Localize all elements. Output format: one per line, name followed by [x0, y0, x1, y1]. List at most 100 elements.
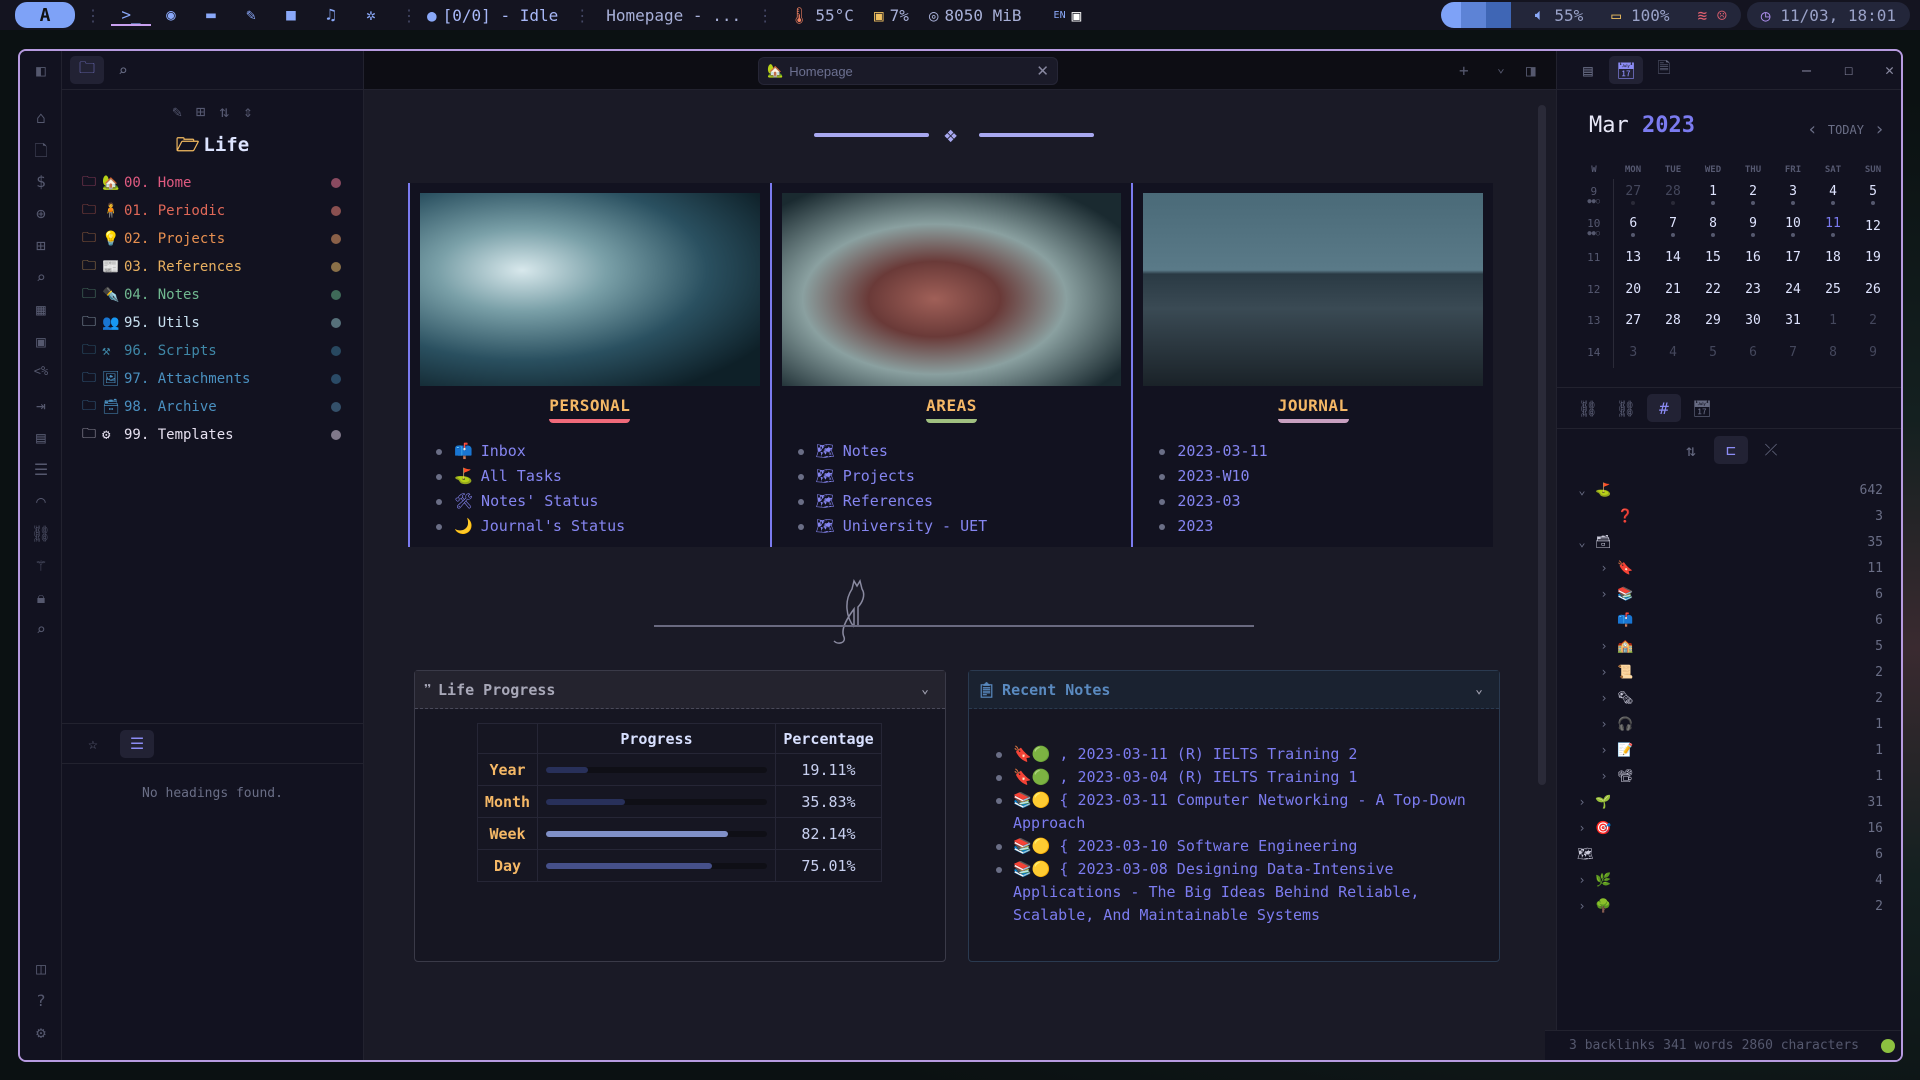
card-link[interactable]: 📫 Inbox — [436, 439, 760, 464]
settings-icon[interactable]: ✲ — [351, 5, 391, 26]
week-number[interactable]: 12 — [1575, 273, 1614, 305]
vault-switch-icon[interactable]: ◫ — [20, 959, 62, 978]
callout-header[interactable]: 📋︎ Recent Notes ⌄ — [969, 671, 1499, 709]
launcher-logo[interactable]: A — [15, 2, 75, 28]
card-link[interactable]: 🗺 Projects — [797, 464, 1122, 489]
backlinks-count[interactable]: 3 backlinks — [1569, 1038, 1655, 1053]
volume-icon[interactable]: 🔈︎ — [1535, 5, 1545, 25]
link-icon[interactable]: ⛓ — [20, 524, 62, 543]
list-icon[interactable]: ☰ — [20, 460, 62, 479]
video-icon[interactable]: ■ — [271, 5, 311, 26]
folder-item[interactable]: 🗀 ⚙ 99. Templates — [62, 421, 363, 449]
calendar-tab[interactable]: 📅︎ — [1609, 56, 1643, 84]
calendar-day[interactable]: 2 — [1853, 305, 1893, 337]
chevron-right-icon[interactable]: › — [1573, 899, 1591, 913]
card-link[interactable]: 🗺 University - UET — [797, 514, 1122, 539]
note-title-link[interactable]: { 2023-03-10 Software Engineering — [1059, 837, 1357, 855]
chevron-right-icon[interactable]: › — [1595, 665, 1613, 679]
chevron-right-icon[interactable]: › — [1595, 769, 1613, 783]
tag-item[interactable]: › 📚 6 — [1557, 581, 1901, 607]
folder-item[interactable]: 🗀 📰 03. References — [62, 253, 363, 281]
calendar-day[interactable]: 19 — [1853, 242, 1893, 274]
calendar-day[interactable]: 3 — [1773, 179, 1813, 211]
tag-item[interactable]: ⌄ ⛳ 642 — [1557, 477, 1901, 503]
callout-header[interactable]: ❞ Life Progress ⌄ — [415, 671, 945, 709]
calendar-day[interactable]: 16 — [1733, 242, 1773, 274]
bookmarks-tab[interactable]: ☆ — [76, 730, 110, 758]
week-number[interactable]: 11 — [1575, 242, 1614, 274]
files-icon[interactable]: ▬ — [191, 5, 231, 26]
folder-item[interactable]: 🗀 🧍 01. Periodic — [62, 197, 363, 225]
login-icon[interactable]: ⇥ — [20, 396, 62, 415]
next-month-icon[interactable]: › — [1874, 119, 1885, 140]
outline-tab[interactable]: ☰ — [120, 729, 154, 758]
file-export-tab[interactable]: 🗎 — [1647, 56, 1681, 84]
calendar-day[interactable]: 8 — [1693, 211, 1733, 243]
calendar-day[interactable]: 1 — [1813, 305, 1853, 337]
search-icon-2[interactable]: ⌕ — [20, 620, 62, 639]
card-link[interactable]: 🛠 Notes' Status — [436, 489, 760, 514]
chevron-down-icon[interactable]: ⌄ — [1573, 535, 1591, 549]
tag-item[interactable]: › 📝 1 — [1557, 737, 1901, 763]
card-link[interactable]: 🗺 Notes — [797, 439, 1122, 464]
terminal-icon[interactable]: >_ — [111, 5, 151, 26]
calendar-day[interactable]: 7 — [1653, 211, 1693, 243]
calendar-tab-2[interactable]: 📅︎ — [1685, 394, 1719, 422]
help-icon[interactable]: ? — [20, 991, 62, 1010]
vault-title[interactable]: 🗁 Life — [62, 131, 363, 163]
recent-note-item[interactable]: 📚🟡 { 2023-03-11 Computer Networking - A … — [996, 789, 1473, 835]
lock-icon[interactable]: 🔒︎ — [20, 588, 62, 608]
collapse-chevron-icon[interactable]: ⌄ — [1475, 682, 1483, 697]
note-title-link[interactable]: { 2023-03-11 Computer Networking - A Top… — [1013, 791, 1466, 832]
calendar-day[interactable]: 18 — [1813, 242, 1853, 274]
note-title-link[interactable]: , 2023-03-11 (R) IELTS Training 2 — [1059, 745, 1357, 763]
folder-item[interactable]: 🗀 💡 02. Projects — [62, 225, 363, 253]
calendar-day[interactable]: 26 — [1853, 274, 1893, 306]
new-note-icon[interactable]: ✎ — [172, 102, 182, 121]
editor-scrollbar[interactable] — [1538, 105, 1546, 785]
week-number[interactable]: 14 — [1575, 336, 1614, 368]
maximize-icon[interactable]: ☐ — [1844, 61, 1853, 79]
templater-icon[interactable]: <% — [20, 364, 62, 378]
calendar-day[interactable]: 9 — [1853, 337, 1893, 369]
chevron-right-icon[interactable]: › — [1573, 795, 1591, 809]
dollar-icon[interactable]: $ — [20, 172, 62, 191]
folder-item[interactable]: 🗀 👥 95. Utils — [62, 309, 363, 337]
calendar-day[interactable]: 27 — [1613, 179, 1653, 211]
tab-homepage[interactable]: 🏡 Homepage ✕ — [758, 57, 1058, 85]
collapse-chevron-icon[interactable]: ⌄ — [921, 682, 929, 697]
calendar-icon[interactable]: ▣ — [20, 332, 62, 351]
calendar-day[interactable]: 6 — [1613, 211, 1653, 243]
close-tab-icon[interactable]: ✕ — [1036, 62, 1049, 80]
note-title-link[interactable]: { 2023-03-08 Designing Data-Intensive Ap… — [1013, 860, 1419, 924]
calendar-day[interactable]: 15 — [1693, 242, 1733, 274]
tab-list-chevron-icon[interactable]: ⌄ — [1497, 61, 1505, 76]
close-window-icon[interactable]: ✕ — [1885, 61, 1894, 79]
firefox-icon[interactable]: ◉ — [151, 5, 191, 26]
nested-tags-button[interactable]: ⊏ — [1714, 436, 1748, 464]
calendar-day[interactable]: 6 — [1733, 337, 1773, 369]
tag-item[interactable]: › 📜 2 — [1557, 659, 1901, 685]
chevron-right-icon[interactable]: › — [1595, 561, 1613, 575]
outgoing-links-tab[interactable]: ⛓ — [1609, 394, 1643, 422]
calendar-day[interactable]: 10 — [1773, 211, 1813, 243]
calendar-day[interactable]: 7 — [1773, 337, 1813, 369]
tag-item[interactable]: › 🌱 31 — [1557, 789, 1901, 815]
dashboard-icon[interactable]: ▦ — [20, 300, 62, 319]
tag-item[interactable]: 📫 6 — [1557, 607, 1901, 633]
calendar-day[interactable]: 1 — [1693, 179, 1733, 211]
calendar-day[interactable]: 12 — [1853, 211, 1893, 243]
card-link[interactable]: 🗺 References — [797, 489, 1122, 514]
calendar-day[interactable]: 31 — [1773, 305, 1813, 337]
add-square-icon[interactable]: ⊞ — [20, 236, 62, 255]
tag-item[interactable]: › 🔖 11 — [1557, 555, 1901, 581]
calendar-day[interactable]: 27 — [1613, 305, 1653, 337]
calendar-day[interactable]: 20 — [1613, 274, 1653, 306]
chevron-right-icon[interactable]: › — [1573, 821, 1591, 835]
tag-item[interactable]: ❓ 3 — [1557, 503, 1901, 529]
new-folder-icon[interactable]: ⊞ — [196, 102, 206, 121]
tag-item[interactable]: › 🌳 2 — [1557, 893, 1901, 919]
tag-item[interactable]: › 🗞 2 — [1557, 685, 1901, 711]
card-link[interactable]: 🌙 Journal's Status — [436, 514, 760, 539]
add-circle-icon[interactable]: ⊕ — [20, 204, 62, 223]
